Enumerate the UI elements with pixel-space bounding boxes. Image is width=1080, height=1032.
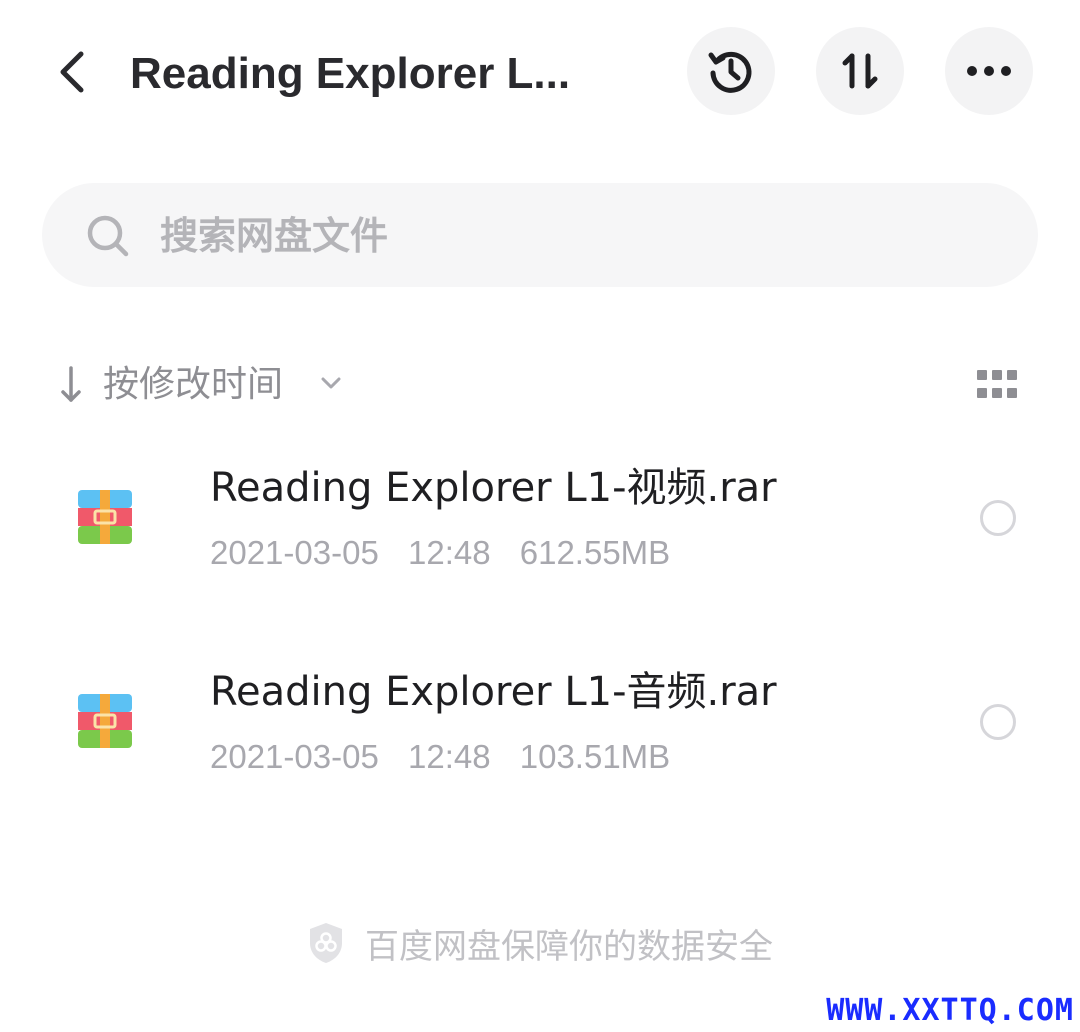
- file-size: 103.51MB: [519, 738, 671, 775]
- file-time: 12:48: [407, 534, 491, 571]
- top-bar: Reading Explorer L...: [0, 0, 1080, 140]
- file-size: 612.55MB: [519, 534, 671, 571]
- file-list-item[interactable]: Reading Explorer L1-音频.rar 2021-03-05 12…: [0, 622, 1080, 822]
- file-meta: 2021-03-05 12:48 612.55MB: [210, 530, 690, 576]
- transfer-button[interactable]: [816, 27, 904, 115]
- back-button[interactable]: [44, 44, 100, 100]
- file-meta: 2021-03-05 12:48 103.51MB: [210, 734, 690, 780]
- file-name: Reading Explorer L1-音频.rar: [210, 669, 777, 715]
- file-time: 12:48: [407, 738, 491, 775]
- more-dots-icon: [967, 66, 1011, 76]
- file-date: 2021-03-05: [210, 738, 379, 775]
- chevron-left-icon: [60, 51, 84, 93]
- sort-mode-label[interactable]: 按修改时间: [103, 360, 283, 410]
- rar-archive-icon: [78, 694, 132, 748]
- arrow-down-icon[interactable]: [56, 362, 86, 406]
- page-title: Reading Explorer L...: [130, 49, 571, 98]
- select-radio[interactable]: [980, 500, 1016, 536]
- shield-icon: [310, 923, 342, 963]
- security-note: 百度网盘保障你的数据安全: [0, 918, 1080, 968]
- history-clock-icon: [708, 51, 752, 93]
- select-radio[interactable]: [980, 704, 1016, 740]
- watermark: WWW.XXTTQ.COM: [826, 993, 1074, 1028]
- up-down-arrows-icon: [842, 53, 878, 89]
- grid-view-icon[interactable]: [975, 368, 1019, 402]
- sort-bar: 按修改时间: [0, 350, 1080, 420]
- search-icon: [87, 215, 129, 257]
- file-date: 2021-03-05: [210, 534, 379, 571]
- file-list-item[interactable]: Reading Explorer L1-视频.rar 2021-03-05 12…: [0, 418, 1080, 618]
- more-options-button[interactable]: [945, 27, 1033, 115]
- file-name: Reading Explorer L1-视频.rar: [210, 465, 777, 511]
- search-input[interactable]: [160, 210, 860, 262]
- security-text: 百度网盘保障你的数据安全: [365, 926, 773, 967]
- rar-archive-icon: [78, 490, 132, 544]
- chevron-down-icon[interactable]: [318, 370, 344, 396]
- history-button[interactable]: [687, 27, 775, 115]
